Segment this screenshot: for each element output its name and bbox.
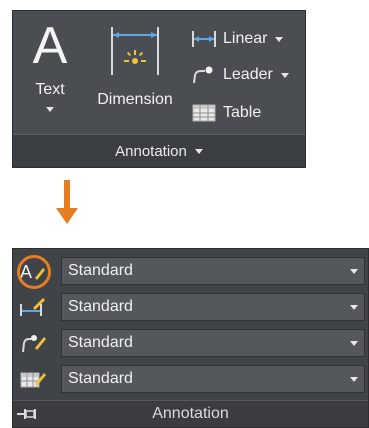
linear-dimension-icon (192, 31, 216, 47)
annotation-panel-collapsed: A Text Dimension Linear Leader Table Ann… (12, 10, 306, 168)
pin-icon[interactable] (17, 407, 37, 421)
chevron-down-icon (46, 107, 54, 112)
annotation-panel-expanded: A Standard Standard Standard Standard An… (12, 248, 369, 428)
chevron-down-icon (194, 148, 203, 154)
table-icon (192, 104, 216, 122)
table-style-value: Standard (68, 370, 133, 387)
chevron-down-icon (280, 72, 289, 78)
dimension-button[interactable]: Dimension (85, 21, 185, 121)
annotation-panel-expander[interactable]: Annotation (13, 134, 305, 167)
panel-title: Annotation (152, 405, 229, 422)
multileader-style-icon (22, 335, 46, 353)
linear-button[interactable]: Linear (191, 27, 284, 51)
leader-button-label: Leader (223, 66, 273, 83)
table-style-icon (20, 372, 46, 388)
dimension-style-icon (20, 298, 45, 316)
text-button[interactable]: A Text (27, 17, 73, 129)
panel-title: Annotation (115, 142, 187, 160)
style-row-dimension: Standard (13, 289, 368, 325)
leader-button[interactable]: Leader (191, 63, 289, 87)
style-row-text: A Standard (13, 253, 368, 289)
table-button[interactable]: Table (191, 101, 261, 125)
annotation-panel-body: A Text Dimension Linear Leader Table (13, 11, 305, 137)
table-button-label: Table (223, 104, 262, 121)
style-row-table: Standard (13, 361, 368, 397)
arrow-down-icon (56, 180, 78, 224)
dimension-button-label: Dimension (97, 91, 173, 108)
highlight-circle (17, 255, 51, 289)
style-row-multileader: Standard (13, 325, 368, 361)
linear-button-label: Linear (223, 30, 268, 47)
chevron-down-icon (350, 377, 358, 382)
chevron-down-icon (275, 36, 284, 42)
text-icon: A (32, 17, 68, 75)
chevron-down-icon (350, 341, 358, 346)
chevron-down-icon (350, 305, 358, 310)
leader-icon (193, 66, 213, 84)
text-button-label: Text (35, 81, 65, 98)
multileader-style-select[interactable]: Standard (61, 329, 365, 357)
chevron-down-icon (350, 269, 358, 274)
dimension-style-value: Standard (68, 298, 133, 315)
text-style-select[interactable]: Standard (61, 257, 365, 285)
annotation-panel-footer[interactable]: Annotation (13, 400, 368, 427)
dimension-icon (111, 27, 159, 75)
dimension-style-select[interactable]: Standard (61, 293, 365, 321)
multileader-style-value: Standard (68, 334, 133, 351)
table-style-select[interactable]: Standard (61, 365, 365, 393)
text-style-value: Standard (68, 262, 133, 279)
